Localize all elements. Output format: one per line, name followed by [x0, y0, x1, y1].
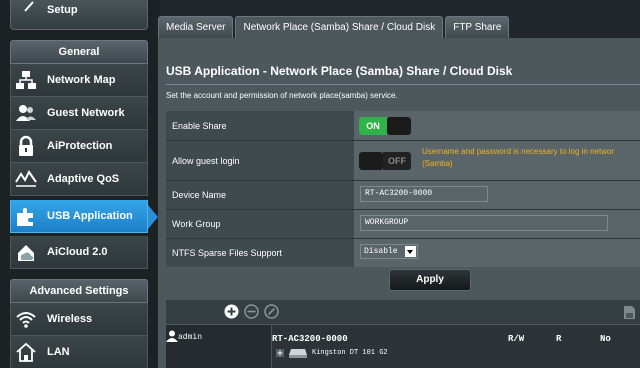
col-no-access: No	[600, 334, 611, 344]
account-list: admin	[166, 325, 271, 368]
chevron-down-icon	[405, 246, 416, 257]
toggle-knob	[387, 117, 411, 135]
sidebar-item-label: Adaptive QoS	[47, 173, 120, 185]
edit-account-icon[interactable]	[264, 304, 279, 319]
tab-samba-share[interactable]: Network Place (Samba) Share / Cloud Disk	[235, 16, 444, 38]
advanced-settings-heading: Advanced Settings	[10, 279, 148, 303]
enable-share-toggle[interactable]: ON	[359, 117, 411, 135]
apply-button[interactable]: Apply	[389, 269, 471, 291]
sidebar-item-label: AiProtection	[47, 140, 113, 152]
wifi-icon	[16, 312, 36, 328]
house-icon	[16, 342, 36, 362]
device-name-row: Device Name RT-AC3200-0000	[166, 181, 640, 210]
permission-table: RT-AC3200-0000 R/W R No Kingston DT 101 …	[272, 325, 640, 368]
device-name-heading: RT-AC3200-0000	[272, 334, 348, 344]
guest-login-label: Allow guest login	[166, 141, 354, 180]
sidebar: Setup General Network Map Guest Network …	[0, 0, 160, 368]
sidebar-item-label: Wireless	[47, 313, 93, 325]
setup-label: Setup	[47, 4, 78, 16]
col-read-write: R/W	[508, 334, 525, 344]
sidebar-item-label: Guest Network	[47, 107, 125, 119]
qos-chart-icon	[15, 170, 37, 187]
remove-account-icon[interactable]	[244, 304, 259, 319]
guest-users-icon	[16, 105, 36, 121]
device-name-label: Device Name	[166, 181, 354, 209]
wand-icon	[24, 1, 34, 12]
work-group-row: Work Group WORKGROUP	[166, 210, 640, 239]
toggle-knob	[359, 152, 383, 170]
sidebar-item-label: USB Application	[47, 210, 133, 222]
cloud-house-icon	[18, 245, 34, 261]
sidebar-item-wireless[interactable]: Wireless	[10, 303, 148, 336]
ntfs-selected-value: Disable	[364, 247, 398, 256]
tab-media-server[interactable]: Media Server	[158, 16, 234, 38]
disk-name: Kingston DT 101 G2	[312, 349, 388, 357]
sidebar-item-guest-network[interactable]: Guest Network	[10, 97, 148, 130]
account-admin[interactable]: admin	[178, 333, 202, 342]
sidebar-item-network-map[interactable]: Network Map	[10, 64, 148, 97]
sidebar-item-label: AiCloud 2.0	[47, 246, 108, 258]
guest-login-note: Username and password is necessary to lo…	[422, 146, 640, 170]
puzzle-icon	[17, 208, 33, 226]
sidebar-item-label: Network Map	[47, 74, 116, 86]
page-title: USB Application - Network Place (Samba) …	[166, 64, 513, 78]
sidebar-item-aicloud[interactable]: AiCloud 2.0	[10, 236, 148, 269]
title-divider	[166, 84, 640, 85]
expand-icon[interactable]	[276, 349, 284, 357]
general-heading: General	[10, 40, 148, 64]
main-panel: USB Application - Network Place (Samba) …	[158, 38, 640, 368]
work-group-label: Work Group	[166, 210, 354, 238]
enable-share-label: Enable Share	[166, 111, 354, 140]
guest-note-line-2: (Samba)	[422, 159, 453, 168]
network-map-icon	[16, 71, 36, 89]
guest-login-row: Allow guest login OFF Username and passw…	[166, 141, 640, 181]
sidebar-item-lan[interactable]: LAN	[10, 336, 148, 368]
setup-button[interactable]: Setup	[10, 0, 148, 30]
guest-login-toggle[interactable]: OFF	[359, 152, 411, 170]
toggle-on-text: ON	[359, 117, 387, 135]
sidebar-item-label: LAN	[47, 346, 70, 358]
tab-ftp-share[interactable]: FTP Share	[445, 16, 510, 38]
sidebar-item-usb-application[interactable]: USB Application	[10, 200, 148, 233]
tab-bar: Media Server Network Place (Samba) Share…	[158, 16, 511, 38]
user-icon	[166, 330, 178, 342]
sidebar-item-adaptive-qos[interactable]: Adaptive QoS	[10, 163, 148, 196]
col-read: R	[556, 334, 562, 344]
ntfs-select[interactable]: Disable	[360, 244, 418, 259]
account-toolbar	[166, 300, 640, 324]
lock-icon	[19, 135, 33, 156]
save-disk-icon[interactable]	[622, 305, 637, 320]
toggle-off-text: OFF	[383, 152, 411, 170]
work-group-input[interactable]: WORKGROUP	[360, 215, 608, 231]
ntfs-row: NTFS Sparse Files Support Disable	[166, 239, 640, 267]
page-description: Set the account and permission of networ…	[166, 91, 398, 100]
usb-disk-icon	[289, 349, 307, 358]
enable-share-row: Enable Share ON	[166, 111, 640, 141]
settings-form: Enable Share ON Allow guest login OFF Us…	[166, 111, 640, 267]
ntfs-label: NTFS Sparse Files Support	[166, 239, 354, 267]
guest-note-line-1: Username and password is necessary to lo…	[422, 147, 615, 156]
device-name-input[interactable]: RT-AC3200-0000	[360, 186, 488, 202]
active-item-arrow	[148, 205, 158, 229]
add-account-icon[interactable]	[224, 304, 239, 319]
sidebar-item-aiprotection[interactable]: AiProtection	[10, 130, 148, 163]
